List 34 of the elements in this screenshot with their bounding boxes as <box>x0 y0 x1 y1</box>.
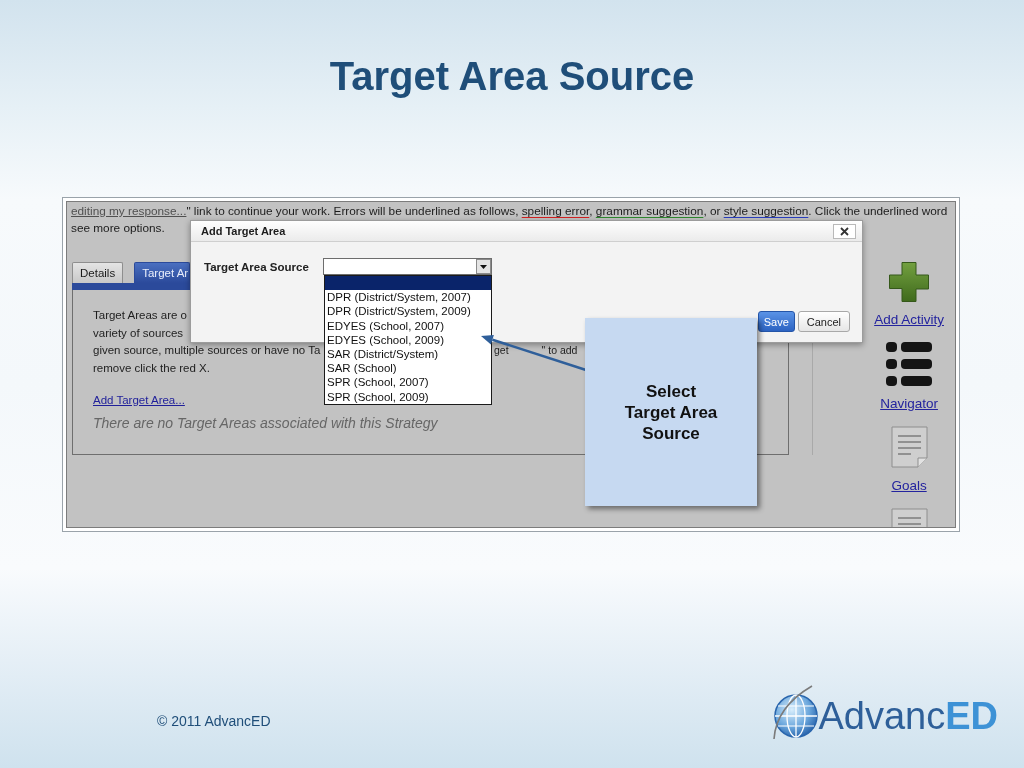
select-field[interactable] <box>323 258 492 275</box>
cancel-button[interactable]: Cancel <box>797 311 850 332</box>
copyright-text: © 2011 AdvancED <box>157 712 271 730</box>
close-button[interactable] <box>833 223 856 239</box>
editing-link[interactable]: editing my response... <box>71 204 187 218</box>
dropdown-option[interactable]: DPR (District/System, 2009) <box>325 304 473 319</box>
dropdown-option[interactable]: SAR (School) <box>325 361 399 376</box>
callout-text: Select Target Area Source <box>623 380 719 444</box>
panel-text: get <box>494 344 509 357</box>
add-target-area-link[interactable]: Add Target Area... <box>93 391 185 409</box>
close-icon <box>840 226 849 236</box>
sidebar-link[interactable]: Goals <box>891 478 927 494</box>
dropdown-option[interactable]: DPR (District/System, 2007) <box>325 290 473 305</box>
panel-text: Target Areas are o <box>93 309 187 321</box>
list-icon[interactable] <box>886 342 933 386</box>
panel-text: " to add <box>541 344 578 357</box>
caret-icon[interactable] <box>476 259 491 274</box>
panel-text: variety of sources <box>93 326 184 339</box>
sidebar-link[interactable]: Add Activity <box>874 312 944 328</box>
tab[interactable]: Details <box>72 262 124 283</box>
dropdown-option[interactable] <box>325 276 491 291</box>
panel-text: remove click the red X. <box>93 362 210 375</box>
sidebar-link[interactable]: Navigator <box>880 396 938 412</box>
save-button[interactable]: Save <box>757 311 795 332</box>
dialog-title: Add Target Area <box>201 225 286 237</box>
plus-icon[interactable] <box>889 262 930 302</box>
globe-icon <box>772 685 819 740</box>
empty-message: There are no Target Areas associated with this Strategy <box>93 413 438 432</box>
dropdown-option[interactable]: SPR (School, 2007) <box>325 375 431 390</box>
slide-title: Target Area Source <box>329 53 695 100</box>
logo-text: AdvancED <box>818 694 998 738</box>
panel-text: given source, multiple sources or have no Ta <box>93 344 321 357</box>
field-label: Target Area Source <box>204 260 309 273</box>
tab[interactable]: Target Ar <box>134 262 191 283</box>
